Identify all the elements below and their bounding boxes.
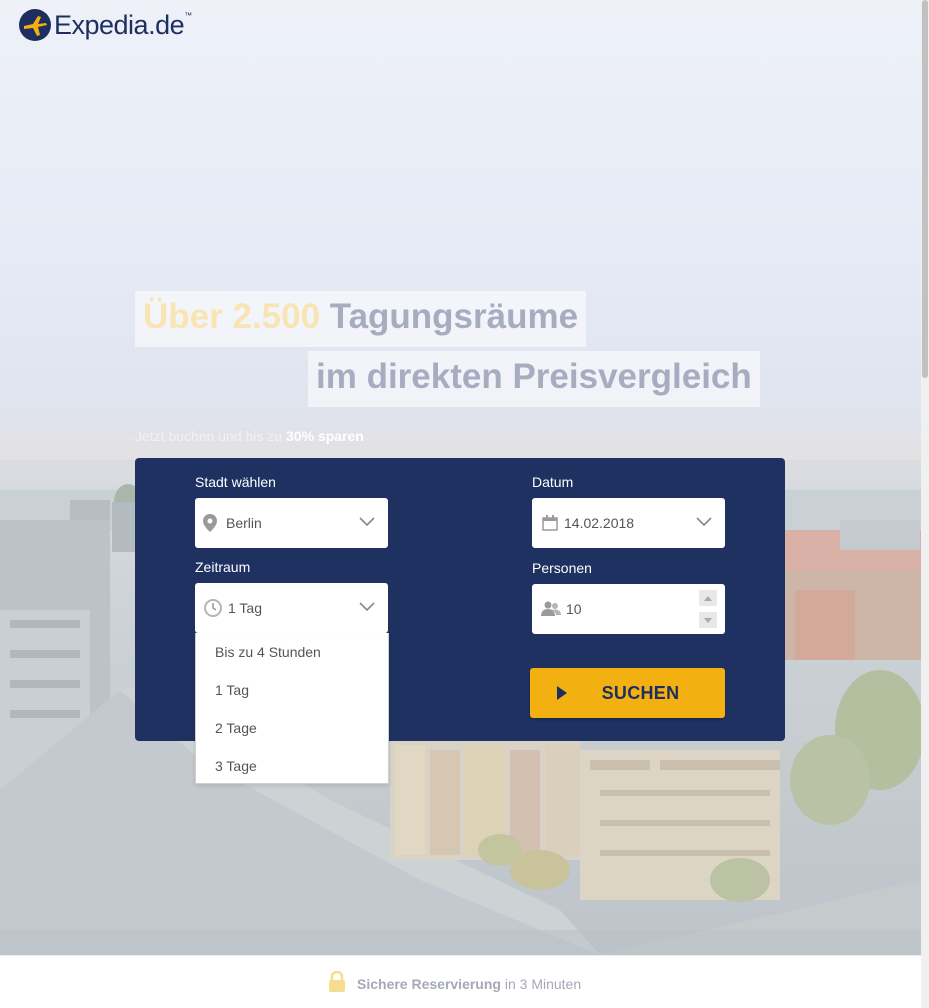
- persons-label: Personen: [532, 560, 592, 576]
- play-arrow-icon: [557, 686, 567, 700]
- date-picker[interactable]: 14.02.2018: [532, 498, 725, 548]
- padlock-icon: [329, 971, 345, 992]
- caret-up-icon: [704, 595, 712, 601]
- period-option[interactable]: Bis zu 4 Stunden: [196, 633, 388, 671]
- city-select[interactable]: Berlin: [195, 498, 388, 548]
- people-icon: [541, 601, 561, 616]
- date-label: Datum: [532, 474, 574, 490]
- trust-text: Sichere Reservierung in 3 Minuten: [357, 976, 581, 992]
- vertical-scrollbar[interactable]: [921, 0, 929, 1008]
- search-button[interactable]: SUCHEN: [530, 668, 725, 718]
- expedia-logo[interactable]: Expedia.de ™: [18, 8, 192, 42]
- subline-bold: 30% sparen: [286, 428, 364, 444]
- calendar-icon: [542, 515, 558, 531]
- period-option[interactable]: 3 Tage: [196, 747, 388, 785]
- search-label: SUCHEN: [601, 682, 680, 703]
- headline-line-2: im direkten Preisvergleich: [308, 351, 760, 407]
- airplane-globe-icon: [19, 9, 51, 41]
- period-dropdown-list: Bis zu 4 Stunden 1 Tag 2 Tage 3 Tage: [195, 633, 389, 784]
- trademark-mark: ™: [184, 10, 193, 20]
- scrollbar-thumb[interactable]: [922, 0, 928, 378]
- decrement-button[interactable]: [699, 612, 717, 628]
- chevron-down-icon: [696, 517, 712, 527]
- headline-highlight: Über 2.500: [143, 297, 321, 336]
- city-label: Stadt wählen: [195, 474, 276, 490]
- subline-text: Jetzt buchen und bis zu: [135, 428, 283, 444]
- chevron-down-icon: [359, 517, 375, 527]
- city-value: Berlin: [226, 515, 262, 531]
- page: Expedia.de ™ Über 2.500 Tagungsräume im …: [0, 0, 921, 1008]
- period-value: 1 Tag: [228, 600, 262, 616]
- trust-rest: in 3 Minuten: [504, 976, 582, 992]
- period-select[interactable]: 1 Tag: [195, 583, 388, 633]
- caret-down-icon: [704, 617, 712, 623]
- clock-icon: [204, 599, 222, 617]
- location-pin-icon: [203, 514, 217, 532]
- persons-stepper: [699, 590, 717, 628]
- chevron-down-icon: [359, 602, 375, 612]
- period-option[interactable]: 1 Tag: [196, 671, 388, 709]
- persons-value: 10: [566, 601, 582, 617]
- headline-line-1: Über 2.500 Tagungsräume: [135, 291, 587, 347]
- period-label: Zeitraum: [195, 559, 251, 575]
- headline-rest: Tagungsräume: [329, 297, 579, 336]
- trust-bold: Sichere Reservierung: [357, 976, 501, 992]
- date-value: 14.02.2018: [564, 515, 635, 531]
- persons-input[interactable]: 10: [532, 584, 725, 634]
- hero-subline: Jetzt buchen und bis zu 30% sparen: [135, 428, 364, 444]
- brand-name: Expedia.de: [54, 9, 185, 40]
- trust-bar: Sichere Reservierung in 3 Minuten: [0, 955, 921, 1008]
- period-option[interactable]: 2 Tage: [196, 709, 388, 747]
- increment-button[interactable]: [699, 590, 717, 606]
